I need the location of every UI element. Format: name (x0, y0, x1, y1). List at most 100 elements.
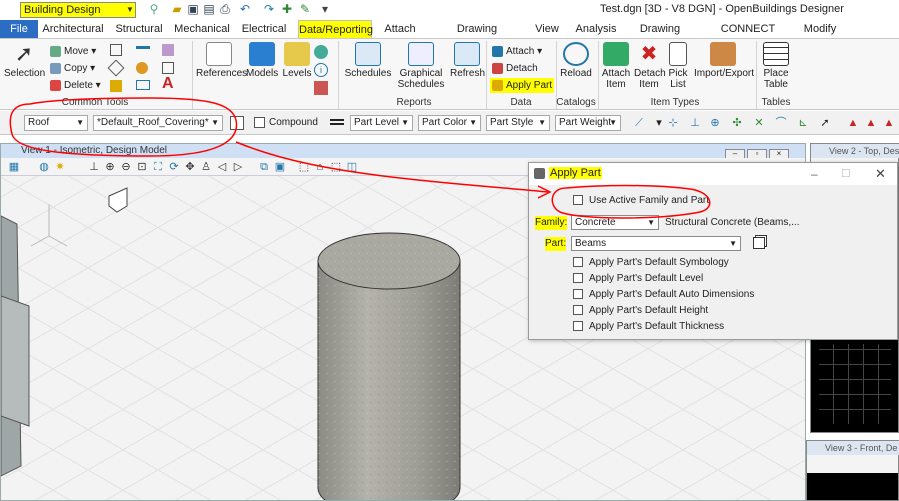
grid-icon[interactable] (162, 62, 174, 74)
checkbox[interactable] (573, 273, 583, 284)
snap-intersection-icon[interactable]: ✕ (752, 116, 766, 130)
customize-icon[interactable]: ▾ (318, 2, 332, 16)
part-browser-icon[interactable] (230, 116, 244, 130)
lock-icon[interactable]: ▲ (882, 116, 896, 130)
camera-icon[interactable]: ⌂ (313, 160, 327, 174)
part-style-dropdown[interactable]: Part Style ▼ (486, 115, 550, 131)
tool-icon[interactable]: ✎ (298, 2, 312, 16)
redo-icon[interactable]: ↷ (262, 2, 276, 16)
references-button[interactable]: References (196, 42, 247, 79)
option-default-level[interactable]: Apply Part's Default Level (573, 272, 703, 286)
fill-icon[interactable] (162, 44, 174, 56)
attributes-icon[interactable] (314, 81, 328, 95)
snap-icon[interactable]: ⟋ (632, 116, 646, 130)
saved-views-icon[interactable]: ⬚ (329, 160, 343, 174)
clip-volume-icon[interactable]: ▣ (273, 160, 287, 174)
part-level-dropdown[interactable]: Part Level ▼ (350, 115, 413, 131)
tab-view[interactable]: View (534, 20, 560, 38)
chevron-down-icon[interactable]: ▾ (652, 116, 666, 130)
part-browser-icon[interactable] (753, 237, 765, 249)
refresh-button[interactable]: Refresh (450, 42, 485, 79)
save-icon[interactable]: ▣ (186, 2, 200, 16)
snap-origin-icon[interactable]: ✣ (730, 116, 744, 130)
selection-button[interactable]: ➚ Selection (4, 42, 45, 80)
models-button[interactable]: Models (246, 42, 278, 79)
update-icon[interactable]: ⊥ (87, 160, 101, 174)
tab-data-reporting[interactable]: Data/Reporting (298, 20, 373, 38)
snap-perpendicular-icon[interactable]: ⊾ (796, 116, 810, 130)
lock-icon[interactable]: ▲ (864, 116, 878, 130)
part-dropdown[interactable]: *Default_Roof_Covering* ▼ (93, 115, 223, 131)
import-export-button[interactable]: Import/Export (694, 42, 754, 79)
previous-view-icon[interactable]: ◁ (215, 160, 229, 174)
window-area-icon[interactable]: ⊡ (135, 160, 149, 174)
part-weight-dropdown[interactable]: Part Weight ▼ (555, 115, 621, 131)
delete-button[interactable]: Delete ▾ (50, 78, 101, 93)
line-weight-icon[interactable] (330, 119, 344, 125)
checkbox[interactable] (573, 305, 583, 316)
checkbox[interactable] (573, 257, 583, 268)
option-default-height[interactable]: Apply Part's Default Height (573, 304, 708, 318)
compound-checkbox[interactable] (254, 117, 265, 128)
close-icon[interactable]: ✕ (875, 166, 886, 182)
text-icon[interactable]: A (162, 75, 174, 93)
rotate-view-icon[interactable]: ⟳ (167, 160, 181, 174)
view-attributes-icon[interactable]: ▦ (7, 160, 21, 174)
tab-drawing-aids[interactable]: Drawing Aids (630, 20, 690, 53)
line-icon[interactable] (110, 44, 122, 56)
undo-icon[interactable]: ↶ (238, 2, 252, 16)
tab-electrical[interactable]: Electrical (240, 20, 288, 38)
lock-icon[interactable]: ▲ (846, 116, 860, 130)
attach-item-button[interactable]: Attach Item (600, 42, 632, 90)
snap-tangent-icon[interactable]: ⌒ (774, 116, 788, 130)
rectangle-icon[interactable] (136, 80, 150, 90)
part-color-dropdown[interactable]: Part Color ▼ (418, 115, 481, 131)
snap-center-icon[interactable]: ⊕ (708, 116, 722, 130)
tab-connect-services[interactable]: CONNECT Services (704, 20, 792, 53)
pick-list-button[interactable]: Pick List (666, 42, 690, 90)
chevron-down-icon[interactable]: ▼ (126, 5, 134, 14)
cursor-icon[interactable]: ➚ (818, 116, 832, 130)
levels-button[interactable]: Levels (282, 42, 312, 79)
dialog-title-bar[interactable]: Apply Part – ☐ ✕ (529, 163, 897, 185)
option-default-thickness[interactable]: Apply Part's Default Thickness (573, 320, 724, 334)
checkbox[interactable] (573, 289, 583, 300)
tab-file[interactable]: File (0, 20, 38, 38)
graphical-schedules-button[interactable]: Graphical Schedules (396, 42, 446, 90)
lightbulb-icon[interactable] (110, 80, 122, 92)
snap-midpoint-icon[interactable]: ⊥ (688, 116, 702, 130)
fit-view-icon[interactable]: ⛶ (151, 160, 165, 174)
shape-icon[interactable] (107, 59, 125, 77)
move-button[interactable]: Move ▾ (50, 44, 96, 59)
line-style-icon[interactable] (136, 46, 150, 49)
lighting-icon[interactable]: ✷ (53, 160, 67, 174)
paint-icon[interactable] (136, 62, 148, 74)
use-active-family-checkbox-row[interactable]: Use Active Family and Part (573, 194, 709, 208)
open-folder-icon[interactable]: ▰ (170, 2, 184, 16)
tab-modify[interactable]: Modify (800, 20, 840, 38)
tab-architectural[interactable]: Architectural (40, 20, 106, 38)
toggle-icon[interactable] (314, 45, 328, 59)
checkbox[interactable] (573, 321, 583, 332)
tab-mechanical[interactable]: Mechanical (174, 20, 230, 38)
snap-keypoint-icon[interactable]: ⊹ (666, 116, 680, 130)
family-dropdown[interactable]: Roof ▼ (24, 115, 88, 131)
tab-structural[interactable]: Structural (114, 20, 164, 38)
next-view-icon[interactable]: ▷ (231, 160, 245, 174)
detach-data-button[interactable]: Detach (492, 61, 538, 76)
pan-icon[interactable]: ✥ (183, 160, 197, 174)
detach-item-button[interactable]: ✖ Detach Item (634, 42, 666, 90)
save-settings-icon[interactable]: ▤ (202, 2, 216, 16)
view-3-window[interactable]: View 3 - Front, De (806, 440, 899, 501)
tab-attach[interactable]: Attach (382, 20, 418, 38)
dialog-part-dropdown[interactable]: Beams ▼ (571, 236, 741, 251)
tab-analysis[interactable]: Analysis (574, 20, 618, 38)
tab-drawing-production[interactable]: Drawing Production (432, 20, 522, 53)
copy-view-icon[interactable]: ⧉ (257, 160, 271, 174)
info-icon[interactable]: i (314, 63, 328, 77)
attach-data-button[interactable]: Attach ▾ (492, 44, 542, 59)
print-icon[interactable]: ⎙ (218, 2, 232, 16)
dialog-family-dropdown[interactable]: Concrete ▼ (571, 215, 659, 230)
workspace-selector[interactable]: Building Design (20, 2, 136, 18)
zoom-out-icon[interactable]: ⊖ (119, 160, 133, 174)
